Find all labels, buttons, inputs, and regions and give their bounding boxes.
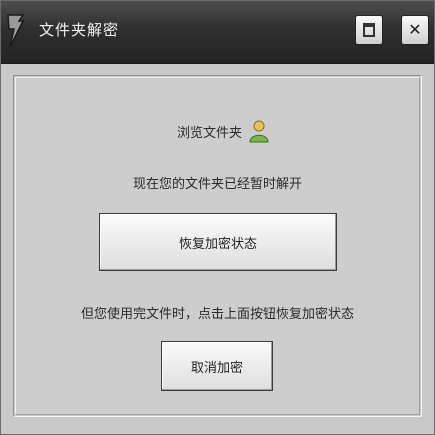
restore-encryption-button[interactable]: 恢复加密状态 — [99, 213, 337, 271]
minimize-icon — [363, 23, 375, 37]
app-icon — [5, 11, 27, 51]
browse-folder-link[interactable]: 浏览文件夹 — [177, 119, 270, 143]
title-bar[interactable]: 文件夹解密 ✕ — [1, 1, 434, 64]
user-icon — [248, 119, 270, 143]
hint-message: 但您使用完文件时，点击上面按钮恢复加密状态 — [80, 307, 354, 322]
window-title: 文件夹解密 — [39, 21, 120, 39]
close-button[interactable]: ✕ — [401, 15, 429, 45]
status-message: 现在您的文件夹已经暂时解开 — [132, 177, 302, 192]
restore-encryption-label: 恢复加密状态 — [178, 236, 257, 252]
cancel-encryption-label: 取消加密 — [190, 360, 243, 376]
folder-decrypt-window: 文件夹解密 ✕ 浏览文件夹 现在您的文件夹已经暂时解开 恢复加密状态 但您使用完… — [0, 0, 435, 435]
close-icon: ✕ — [408, 20, 422, 39]
cancel-encryption-button[interactable]: 取消加密 — [161, 341, 273, 391]
minimize-button[interactable] — [355, 15, 383, 45]
browse-folder-label: 浏览文件夹 — [177, 125, 243, 141]
